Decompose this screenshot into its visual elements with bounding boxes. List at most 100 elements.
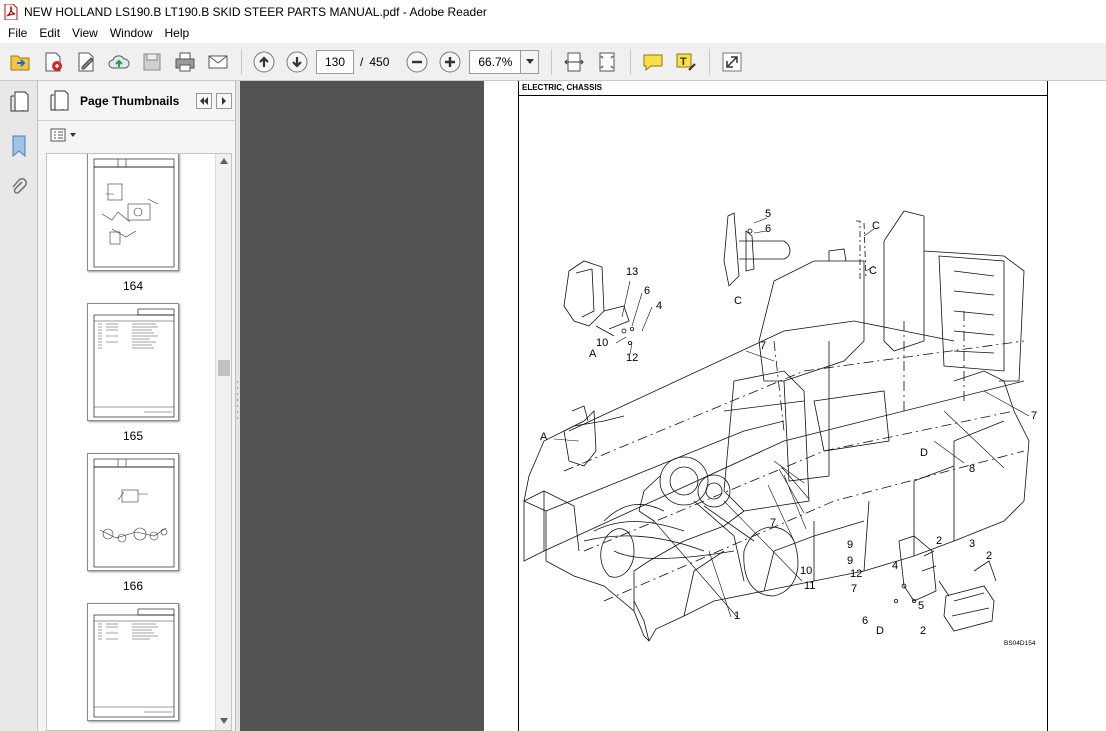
open-button[interactable] [6,48,34,76]
menu-help[interactable]: Help [159,23,196,43]
bookmark-icon[interactable] [7,133,31,159]
envelope-icon [208,55,228,68]
page-thumbnails-icon[interactable] [7,89,31,115]
comment-button[interactable] [639,48,667,76]
menu-edit[interactable]: Edit [33,23,66,43]
callout-label: 2 [920,625,927,637]
callout-label: 3 [969,538,976,550]
callout-label: 4 [892,560,899,572]
callout-label: 6 [765,223,772,235]
thumbnail-scrollbar[interactable] [215,154,231,730]
callout-label: 6 [862,615,869,627]
arrow-down-icon [286,51,308,72]
thumbnail-page[interactable] [87,453,179,571]
expand-icon [722,52,742,71]
document-view[interactable]: ELECTRIC, CHASSIS 5 6 C C C 13 6 4 10 A … [240,81,1106,731]
upload-button[interactable] [105,48,133,76]
minus-icon [406,51,428,72]
callout-label: 7 [760,340,767,352]
callout-label: 9 [847,555,854,567]
menu-bar: File Edit View Window Help [0,23,1106,43]
thumbnail-page[interactable] [87,303,179,421]
options-menu-button[interactable] [50,126,76,144]
save-icon [143,53,161,70]
thumbnail-page[interactable] [87,603,179,721]
toolbar-separator [709,48,711,75]
callout-label: C [734,295,742,307]
callout-label: D [876,625,884,637]
panel-header: Page Thumbnails [38,81,235,121]
callout-label: 1 [734,610,741,622]
page-separator: / [360,54,364,69]
chevron-down-icon [70,133,76,137]
toolbar-separator [551,48,553,75]
thumbnail-parts-list [93,608,175,718]
thumbnail-diagram [93,158,175,268]
save-button[interactable] [138,48,166,76]
page-number-input[interactable]: 130 [316,49,354,74]
callout-label: 5 [765,208,772,220]
scrollbar-thumb[interactable] [218,360,230,376]
thumbnail-label: 164 [122,279,144,293]
menu-view[interactable]: View [66,23,104,43]
next-page-button[interactable] [283,48,311,76]
svg-text:T: T [680,56,687,68]
toolbar-separator [241,48,242,75]
collapse-panel-button[interactable] [196,93,212,109]
fit-width-button[interactable] [593,48,621,76]
pdf-page: ELECTRIC, CHASSIS 5 6 C C C 13 6 4 10 A … [484,81,1106,731]
thumbnail-page[interactable] [87,154,179,271]
highlight-text-icon: T [676,53,697,71]
zoom-in-button[interactable] [436,48,464,76]
callout-label: 6 [644,285,651,297]
create-pdf-icon [45,52,62,71]
chevron-down-icon[interactable] [520,50,539,73]
callout-label: 5 [918,600,925,612]
callout-label: 7 [770,517,777,529]
panel-title: Page Thumbnails [80,93,180,108]
thumbnails-panel: Page Thumbnails 164 165 166 [38,81,236,731]
thumbnail-diagram [93,458,175,568]
create-pdf-button[interactable] [39,48,67,76]
menu-file[interactable]: File [2,23,33,43]
callout-label: 2 [986,550,993,562]
previous-page-button[interactable] [250,48,278,76]
callout-label: 10 [800,565,813,577]
attachment-icon[interactable] [7,175,31,201]
thumbnail-label: 165 [122,429,144,443]
thumbnail-list[interactable]: 164 165 166 [46,153,232,731]
edit-pdf-button[interactable] [72,48,100,76]
zoom-value: 66.7% [478,54,513,69]
thumbnail-parts-list [93,308,175,418]
cloud-upload-icon [108,54,130,68]
callout-label: 9 [847,539,854,551]
scroll-down-icon[interactable] [220,718,228,724]
comment-icon [643,54,663,71]
highlight-button[interactable]: T [672,48,700,76]
window-title: NEW HOLLAND LS190.B LT190.B SKID STEER P… [24,4,487,19]
navigation-pane-strip [0,81,38,731]
print-button[interactable] [171,48,199,76]
zoom-out-button[interactable] [403,48,431,76]
title-bar: NEW HOLLAND LS190.B LT190.B SKID STEER P… [0,0,1106,23]
callout-label: 4 [656,300,663,312]
expand-panel-button[interactable] [216,93,232,109]
callout-label: 13 [626,266,639,278]
scroll-up-icon[interactable] [220,158,228,164]
toolbar: 130 / 450 66.7% T [0,43,1106,81]
email-button[interactable] [204,48,232,76]
expand-button[interactable] [718,48,746,76]
fit-page-button[interactable] [560,48,588,76]
callout-label: C [872,220,880,232]
fit-page-icon [564,52,585,71]
menu-window[interactable]: Window [104,23,159,43]
callout-label: D [920,447,928,459]
callout-label: 2 [936,535,943,547]
list-options-icon [50,128,66,142]
callout-label: 12 [626,352,639,364]
callout-label: A [540,431,548,443]
zoom-select[interactable]: 66.7% [469,49,540,74]
edit-document-icon [78,52,94,71]
thumbnail-label: 166 [122,579,144,593]
arrow-up-icon [253,51,275,72]
